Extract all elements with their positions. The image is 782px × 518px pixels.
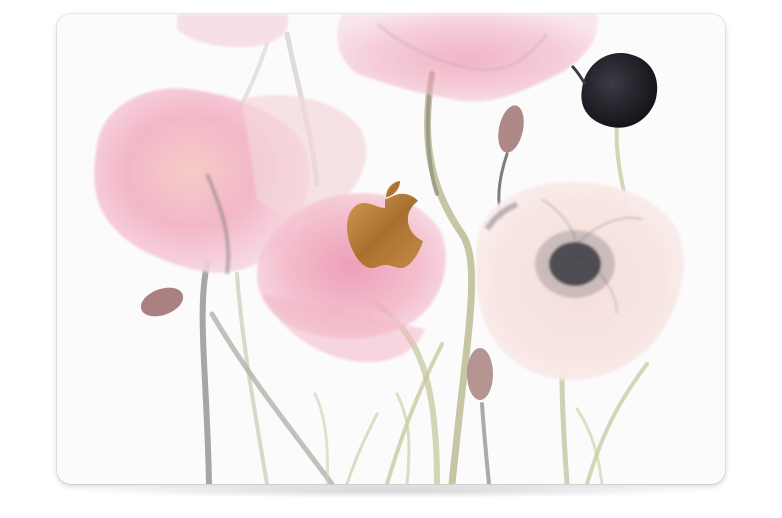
- lid-shadow: [70, 484, 712, 498]
- watercolor-artwork: [94, 14, 685, 484]
- dark-bud: [570, 53, 658, 128]
- top-poppy: [337, 14, 598, 102]
- top-left-faint-petals: [177, 14, 289, 48]
- laptop-lid: [57, 14, 725, 484]
- right-poppy: [475, 181, 685, 380]
- product-image: [0, 0, 782, 518]
